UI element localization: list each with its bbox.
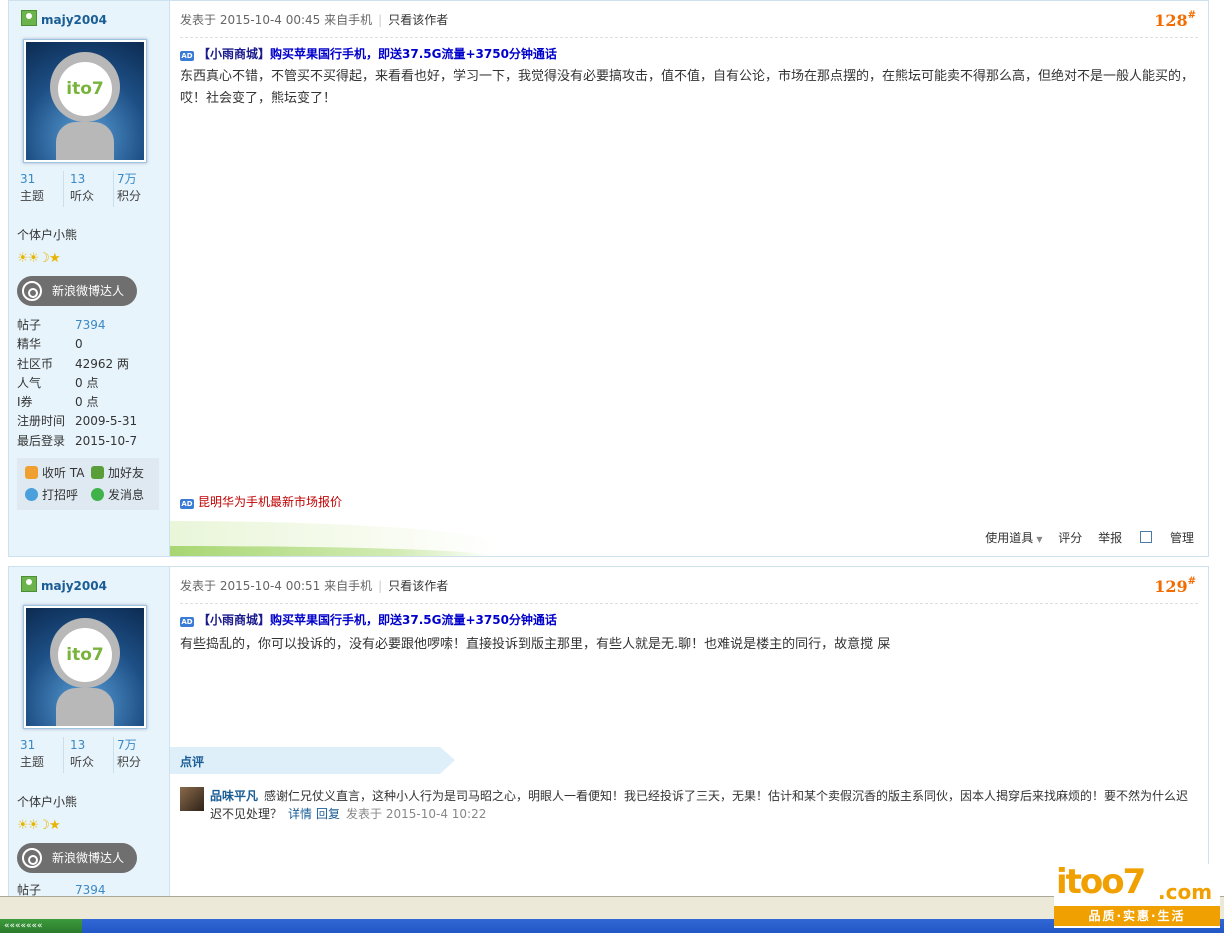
rank-stars: ☀☀☽★	[17, 818, 61, 833]
rank-stars: ☀☀☽★	[17, 251, 61, 266]
stat-threads[interactable]: 31 主题	[17, 171, 64, 207]
post-meta: 发表于 2015-10-4 00:51 来自手机 | 只看该作者	[180, 579, 449, 593]
message-icon	[91, 488, 104, 501]
weibo-badge[interactable]: 新浪微博达人	[17, 843, 137, 873]
post-content: 有些捣乱的，你可以投诉的，没有必要跟他啰嗦！直接投诉到版主那里，有些人就是无.聊…	[180, 637, 891, 652]
author-name[interactable]: majy2004	[21, 576, 107, 593]
bottom-ad-link[interactable]: AD 昆明华为手机最新市场报价	[180, 493, 342, 510]
info-row: 精华 0	[17, 337, 83, 352]
ad-icon: AD	[180, 617, 194, 627]
avatar-logo: ito7	[58, 628, 112, 682]
author-name[interactable]: majy2004	[21, 10, 107, 27]
dropdown-arrow-icon: ▼	[1036, 535, 1043, 544]
avatar[interactable]: ito7	[23, 605, 147, 729]
site-watermark-logo: itoo7 .com 品质·实惠·生活	[1054, 862, 1220, 928]
post-body: 发表于 2015-10-4 00:51 来自手机 | 只看该作者 129# AD 【小…	[170, 567, 1208, 907]
stat-followers[interactable]: 13 听众	[67, 171, 114, 207]
add-friend-button[interactable]: 加好友	[91, 464, 144, 481]
follow-button[interactable]: 收听 TA	[25, 464, 84, 481]
ad-link[interactable]: AD 【小雨商城】购买苹果国行手机，即送37.5G流量+3750分钟通话	[180, 45, 557, 62]
review-detail-link[interactable]: 详情	[288, 807, 312, 821]
house-icon	[25, 466, 38, 479]
add-friend-icon	[91, 466, 104, 479]
user-online-icon	[21, 576, 37, 592]
grass-decoration	[170, 521, 500, 556]
greet-button[interactable]: 打招呼	[25, 486, 78, 503]
author-stats: 31 主题 13 听众 7万 积分	[17, 171, 161, 207]
floor-number[interactable]: 129#	[1154, 577, 1196, 597]
info-row: 帖子 7394	[17, 318, 106, 332]
weibo-badge[interactable]: 新浪微博达人	[17, 276, 137, 306]
report-button[interactable]: 举报	[1098, 531, 1122, 545]
user-online-icon	[21, 10, 37, 26]
stat-points[interactable]: 7万 积分	[114, 171, 160, 207]
avatar-logo: ito7	[58, 62, 112, 116]
stat-points[interactable]: 7万 积分	[114, 737, 160, 773]
stat-threads[interactable]: 31 主题	[17, 737, 64, 773]
only-author-link[interactable]: 只看该作者	[388, 579, 448, 593]
author-stats: 31 主题 13 听众 7万 积分	[17, 737, 161, 773]
send-message-button[interactable]: 发消息	[91, 486, 144, 503]
info-row: 注册时间 2009-5-31	[17, 414, 138, 429]
post-body: 发表于 2015-10-4 00:45 来自手机 | 只看该作者 128# AD 【小…	[170, 1, 1208, 556]
manage-toggle[interactable]: 管理	[1126, 531, 1194, 545]
author-actions: 收听 TA 加好友 打招呼 发消息	[17, 458, 159, 510]
user-group[interactable]: 个体户小熊	[17, 226, 77, 243]
taskbar: «««««««	[0, 919, 1224, 933]
use-items-button[interactable]: 使用道具 ▼	[973, 531, 1042, 545]
review-comment: 品味平凡 感谢仁兄仗义直言，这种小人行为是司马昭之心，明眼人一看便知！我已经投诉了…	[210, 789, 1189, 821]
author-name-link[interactable]: majy2004	[41, 13, 107, 27]
start-button[interactable]: «««««««	[0, 919, 82, 933]
weibo-icon	[22, 848, 42, 868]
stat-followers[interactable]: 13 听众	[67, 737, 114, 773]
manage-checkbox[interactable]	[1139, 531, 1152, 543]
post-content: 东西真心不错，不管买不买得起，来看看也好，学习一下，我觉得没有必要搞攻击，值不值…	[180, 69, 1195, 106]
browser-status-bar	[0, 896, 1224, 920]
info-row: 社区币 42962 两	[17, 356, 129, 371]
info-row: I券 0 点	[17, 395, 99, 410]
ad-link[interactable]: AD 【小雨商城】购买苹果国行手机，即送37.5G流量+3750分钟通话	[180, 611, 557, 628]
only-author-link[interactable]: 只看该作者	[388, 13, 448, 27]
user-group[interactable]: 个体户小熊	[17, 793, 77, 810]
greet-icon	[25, 488, 38, 501]
post-meta: 发表于 2015-10-4 00:45 来自手机 | 只看该作者	[180, 13, 449, 27]
ad-icon: AD	[180, 51, 194, 61]
review-header: 点评	[170, 747, 455, 774]
info-row: 人气 0 点	[17, 375, 99, 390]
post-129: majy2004 ito7 31 主题 13 听众 7万 积分 个体户小熊 ☀☀☽★ …	[8, 566, 1209, 907]
author-sidebar: majy2004 ito7 31 主题 13 听众 7万 积分 个体户小熊 ☀☀☽★ …	[9, 567, 170, 907]
info-row: 最后登录 2015-10-7	[17, 433, 138, 448]
post-128: majy2004 ito7 31 主题 13 听众 7万 积分 个体户小熊 ☀☀☽★ …	[8, 0, 1209, 557]
reviewer-name[interactable]: 品味平凡	[210, 789, 258, 803]
floor-number[interactable]: 128#	[1154, 11, 1196, 31]
author-name-link[interactable]: majy2004	[41, 579, 107, 593]
avatar[interactable]: ito7	[23, 39, 147, 163]
review-reply-link[interactable]: 回复	[316, 807, 340, 821]
author-info: 帖子 7394 精华 0 社区币 42962 两 人气 0 点 I券 0 点 注册时间 20…	[17, 316, 167, 451]
post-tools: 使用道具 ▼ 评分 举报 管理	[961, 529, 1194, 546]
ad-icon: AD	[180, 499, 194, 509]
author-sidebar: majy2004 ito7 31 主题 13 听众 7万 积分 个体户小熊 ☀☀☽★ …	[9, 1, 170, 556]
reviewer-avatar[interactable]	[180, 787, 204, 811]
rate-button[interactable]: 评分	[1058, 531, 1082, 545]
weibo-icon	[22, 281, 42, 301]
